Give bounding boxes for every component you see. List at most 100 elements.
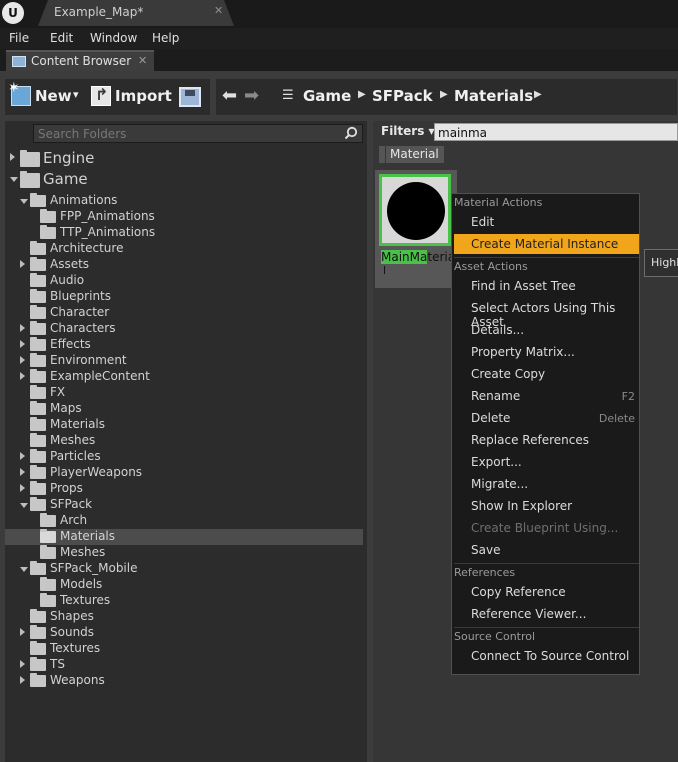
breadcrumb-sfpack[interactable]: SFPack <box>372 87 433 105</box>
import-button[interactable]: Import <box>91 85 172 108</box>
asset-search[interactable] <box>434 123 678 141</box>
save-all-icon[interactable] <box>179 87 201 107</box>
menu-item[interactable]: Reference Viewer... <box>454 604 639 624</box>
folder-row[interactable]: Particles <box>5 449 345 465</box>
expand-arrow-right-icon[interactable] <box>10 153 15 161</box>
folder-row[interactable]: Meshes <box>5 433 345 449</box>
folder-row[interactable]: Maps <box>5 401 345 417</box>
search-icon[interactable] <box>344 126 358 140</box>
path-list-icon[interactable]: ☰ <box>282 88 296 103</box>
expand-arrow-right-icon[interactable] <box>20 260 25 268</box>
folder-search[interactable] <box>33 124 363 143</box>
expand-arrow-right-icon[interactable] <box>20 628 25 636</box>
menu-edit[interactable]: Edit <box>50 31 73 45</box>
folder-row[interactable]: SFPack <box>5 497 345 513</box>
folder-row[interactable]: Shapes <box>5 609 345 625</box>
filter-chip-material[interactable]: Material <box>386 146 444 163</box>
folder-search-input[interactable] <box>38 126 338 141</box>
folder-row[interactable]: Materials <box>5 529 363 545</box>
folder-row[interactable]: Meshes <box>5 545 345 561</box>
back-arrow-icon[interactable]: ⬅ <box>222 85 237 106</box>
content-browser-tab[interactable]: Content Browser ✕ <box>6 50 154 71</box>
asset-search-input[interactable] <box>438 125 673 140</box>
expand-arrow-right-icon[interactable] <box>20 676 25 684</box>
menu-item[interactable]: Edit <box>454 212 639 232</box>
folder-row[interactable]: Models <box>5 577 345 593</box>
folder-row[interactable]: ExampleContent <box>5 369 345 385</box>
chevron-right-icon[interactable]: ▶ <box>534 89 542 100</box>
menu-item[interactable]: Copy Reference <box>454 582 639 602</box>
chevron-right-icon[interactable]: ▶ <box>440 89 448 100</box>
menu-help[interactable]: Help <box>152 31 179 45</box>
menu-item[interactable]: Find in Asset Tree <box>454 276 639 296</box>
folder-row[interactable]: FPP_Animations <box>5 209 345 225</box>
folder-row[interactable]: Textures <box>5 593 345 609</box>
folder-row[interactable]: Engine <box>5 149 345 167</box>
folder-row[interactable]: Characters <box>5 321 345 337</box>
folder-row[interactable]: SFPack_Mobile <box>5 561 345 577</box>
filter-chip-handle[interactable] <box>379 146 385 163</box>
folder-row[interactable]: TS <box>5 657 345 673</box>
folder-row[interactable]: Animations <box>5 193 345 209</box>
folder-row[interactable]: Materials <box>5 417 345 433</box>
menu-item[interactable]: Migrate... <box>454 474 639 494</box>
expand-arrow-right-icon[interactable] <box>20 324 25 332</box>
close-icon[interactable]: ✕ <box>214 4 223 17</box>
breadcrumb-game[interactable]: Game <box>303 87 351 105</box>
folder-icon <box>30 497 46 511</box>
folder-row[interactable]: Game <box>5 170 345 188</box>
expand-arrow-down-icon[interactable] <box>20 567 28 572</box>
menu-item[interactable]: Show In Explorer <box>454 496 639 516</box>
menu-item[interactable]: Connect To Source Control <box>454 646 639 666</box>
filters-button[interactable]: Filters ▾ <box>381 124 435 138</box>
close-icon[interactable]: ✕ <box>138 54 147 67</box>
menu-item[interactable]: Select Actors Using This Asset <box>454 298 639 329</box>
asset-tile[interactable]: MainMateria l <box>375 170 457 288</box>
forward-arrow-icon[interactable]: ➡ <box>244 85 259 106</box>
folder-row[interactable]: Assets <box>5 257 345 273</box>
folder-row[interactable]: Effects <box>5 337 345 353</box>
folder-row[interactable]: Environment <box>5 353 345 369</box>
folder-label: PlayerWeapons <box>50 465 143 479</box>
menu-item[interactable]: Rename F2 <box>454 386 639 406</box>
folder-row[interactable]: Weapons <box>5 673 345 689</box>
folder-label: Character <box>50 305 110 319</box>
menu-item[interactable]: Details... <box>454 320 639 340</box>
expand-arrow-right-icon[interactable] <box>20 484 25 492</box>
folder-row[interactable]: Audio <box>5 273 345 289</box>
folder-row[interactable]: TTP_Animations <box>5 225 345 241</box>
chevron-right-icon[interactable]: ▶ <box>358 89 366 100</box>
expand-arrow-right-icon[interactable] <box>20 340 25 348</box>
menu-item[interactable]: Create Copy <box>454 364 639 384</box>
menu-item[interactable]: Create Material Instance <box>454 234 639 254</box>
folder-row[interactable]: Sounds <box>5 625 345 641</box>
menu-item[interactable]: Property Matrix... <box>454 342 639 362</box>
expand-arrow-right-icon[interactable] <box>20 452 25 460</box>
map-tab[interactable]: Example_Map* ✕ <box>38 0 234 26</box>
menu-item[interactable]: Delete Delete <box>454 408 639 428</box>
expand-arrow-right-icon[interactable] <box>20 356 25 364</box>
folder-row[interactable]: FX <box>5 385 345 401</box>
new-button[interactable]: New ▾ <box>8 80 83 108</box>
expand-arrow-right-icon[interactable] <box>20 468 25 476</box>
expand-arrow-down-icon[interactable] <box>20 503 28 508</box>
folder-row[interactable]: PlayerWeapons <box>5 465 345 481</box>
expand-arrow-right-icon[interactable] <box>20 660 25 668</box>
expand-arrow-down-icon[interactable] <box>20 199 28 204</box>
folder-row[interactable]: Textures <box>5 641 345 657</box>
expand-arrow-right-icon[interactable] <box>20 372 25 380</box>
menu-window[interactable]: Window <box>90 31 137 45</box>
menu-file[interactable]: File <box>9 31 29 45</box>
expand-arrow-down-icon[interactable] <box>10 177 18 182</box>
menu-item[interactable]: Save <box>454 540 639 560</box>
menu-item[interactable]: Export... <box>454 452 639 472</box>
folder-row[interactable]: Architecture <box>5 241 345 257</box>
folder-icon <box>30 433 46 447</box>
breadcrumb-materials[interactable]: Materials <box>454 87 533 105</box>
folder-row[interactable]: Props <box>5 481 345 497</box>
menu-item-label: Details... <box>471 323 525 337</box>
folder-row[interactable]: Blueprints <box>5 289 345 305</box>
folder-row[interactable]: Arch <box>5 513 345 529</box>
folder-row[interactable]: Character <box>5 305 345 321</box>
menu-item[interactable]: Replace References <box>454 430 639 450</box>
